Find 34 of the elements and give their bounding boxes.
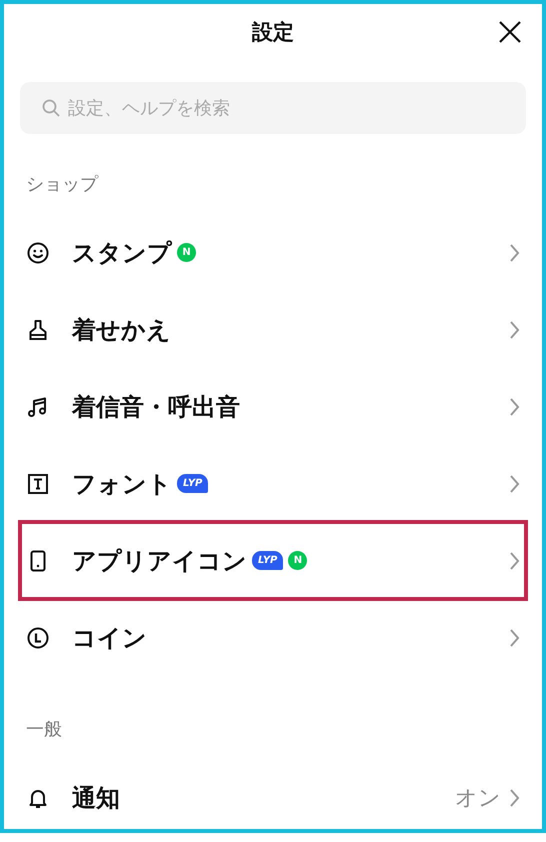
chevron-icon [509, 242, 520, 262]
settings-row[interactable]: 着信音・呼出音 [20, 368, 526, 445]
new-badge: N [177, 243, 196, 262]
row-label: 着信音・呼出音 [72, 392, 240, 422]
coin-icon [26, 626, 50, 650]
row-label: 着せかえ [72, 314, 171, 346]
smiley-icon [26, 240, 50, 264]
lyp-badge: LYP [252, 551, 284, 570]
settings-row[interactable]: 着せかえ [20, 291, 526, 368]
settings-row[interactable]: アプリアイコン LYP N [20, 522, 526, 599]
chevron-icon [509, 788, 520, 808]
row-label: コイン [72, 622, 147, 654]
search-field[interactable]: 設定、ヘルプを検索 [20, 82, 526, 134]
new-badge: N [288, 551, 308, 570]
chevron-icon [509, 396, 520, 416]
close-icon [498, 20, 522, 44]
chevron-icon [509, 550, 520, 570]
settings-row[interactable]: フォント LYP [20, 445, 526, 522]
row-label: アプリアイコン [72, 546, 247, 576]
chevron-icon [509, 474, 520, 494]
setting-value: オン [455, 784, 501, 812]
settings-row[interactable]: スタンプ N [20, 214, 526, 291]
settings-row[interactable]: コイン [20, 599, 526, 676]
chevron-icon [509, 628, 520, 648]
settings-row[interactable]: 通知 オン [20, 759, 526, 836]
row-label: スタンプ [72, 238, 172, 268]
row-label: フォント [72, 468, 172, 500]
section-header: 一般 [26, 719, 63, 741]
lyp-badge: LYP [177, 474, 208, 493]
text-icon [26, 472, 50, 496]
chevron-icon [509, 320, 520, 340]
window-title: 設定 [252, 19, 294, 46]
row-label: 通知 [72, 782, 120, 814]
section-header: ショップ [26, 174, 100, 196]
